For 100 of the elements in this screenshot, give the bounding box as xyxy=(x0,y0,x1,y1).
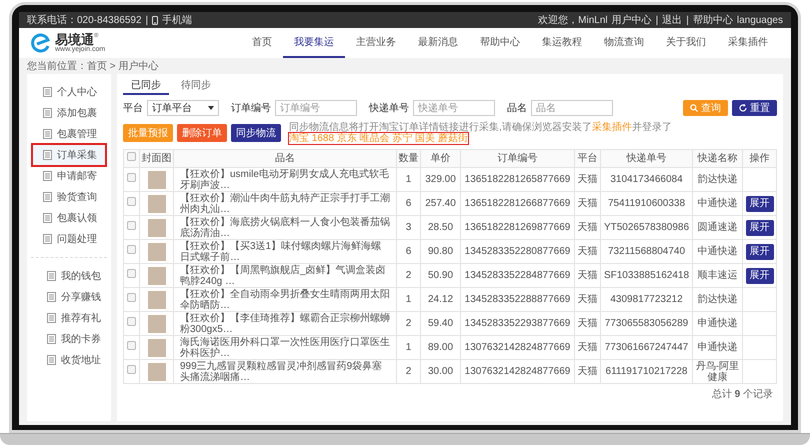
nav-item[interactable]: 首页 xyxy=(241,28,283,58)
checkbox[interactable] xyxy=(127,173,136,182)
photo-placeholder xyxy=(148,242,166,260)
nav-item[interactable]: 关于我们 xyxy=(655,28,717,58)
document-icon xyxy=(43,108,52,118)
checkbox[interactable] xyxy=(127,245,136,254)
checkbox[interactable] xyxy=(127,152,136,161)
nav-item[interactable]: 采集插件 xyxy=(717,28,779,58)
mobile-link[interactable]: 手机端 xyxy=(162,12,192,28)
record-count: 总计 9 个记录 xyxy=(712,388,773,402)
sidebar-item[interactable]: 我的钱包 xyxy=(37,266,101,286)
reset-button[interactable]: 重置 xyxy=(732,100,777,116)
sidebar-item[interactable]: 分享赚钱 xyxy=(37,287,101,307)
languages-link[interactable]: languages xyxy=(736,12,783,28)
table-cell: 1345283352284877669 xyxy=(460,264,574,288)
expand-button[interactable]: 展开 xyxy=(746,196,774,212)
photo-placeholder xyxy=(148,338,166,356)
sidebar-item[interactable]: 我的卡券 xyxy=(37,329,101,349)
checkbox[interactable] xyxy=(127,293,136,302)
column-header: 快递单号 xyxy=(600,150,692,168)
table-cell: 329.00 xyxy=(420,168,460,192)
table-cell: 75411910600338 xyxy=(600,192,692,216)
table-cell: 【狂欢价】【李佳琦推荐】螺霸合正宗柳州螺蛳粉300gx5… xyxy=(174,312,396,336)
checkbox[interactable] xyxy=(127,269,136,278)
breadcrumb: 您当前位置：首页 > 用户中心 xyxy=(27,60,158,74)
tab[interactable]: 待同步 xyxy=(173,78,219,95)
nav-item[interactable]: 我要集运 xyxy=(283,28,345,58)
document-icon xyxy=(43,192,52,202)
table-cell: 天猫 xyxy=(574,312,600,336)
sidebar-item[interactable]: 问题处理 xyxy=(33,229,105,249)
top-link[interactable]: 退出 xyxy=(662,12,682,28)
table-cell: 6 xyxy=(396,240,420,264)
sidebar-item[interactable]: 包裹管理 xyxy=(33,124,105,144)
input-field[interactable]: 快递单号 xyxy=(413,100,495,116)
table-cell: 天猫 xyxy=(574,168,600,192)
table-cell: 773061667247447 xyxy=(600,336,692,360)
checkbox[interactable] xyxy=(127,341,136,350)
document-icon xyxy=(43,87,52,97)
table-cell: 73211568804740 xyxy=(600,240,692,264)
platform-list: 淘宝 1688 京东 唯品会 苏宁 国美 蘑菇街 xyxy=(289,133,468,144)
table-cell: 【狂欢价】潮汕牛肉牛筋丸特产正宗手打手工潮州肉丸汕… xyxy=(174,192,396,216)
sidebar-item[interactable]: 包裹认领 xyxy=(33,208,105,228)
nav-item[interactable]: 集运教程 xyxy=(531,28,593,58)
action-button[interactable]: 同步物流 xyxy=(231,124,281,142)
photo-placeholder xyxy=(148,194,166,212)
sidebar-item[interactable]: 添加包裹 xyxy=(33,103,105,123)
field-label: 快递单号 xyxy=(369,102,409,116)
column-header: 操作 xyxy=(742,150,776,168)
nav-item[interactable]: 帮助中心 xyxy=(469,28,531,58)
sidebar-item[interactable]: 验货查询 xyxy=(33,187,105,207)
table-cell: 30.00 xyxy=(420,360,460,384)
photo-placeholder xyxy=(148,170,166,188)
nav-item[interactable]: 主营业务 xyxy=(345,28,407,58)
table-cell: 【狂欢价】全自动雨伞男折叠女生晴雨两用太阳伞防晒防… xyxy=(174,288,396,312)
table-cell: SF1033885162418 xyxy=(600,264,692,288)
input-field[interactable]: 品名 xyxy=(531,100,613,116)
table-cell: 中通快递 xyxy=(692,240,742,264)
checkbox[interactable] xyxy=(127,197,136,206)
checkbox[interactable] xyxy=(127,317,136,326)
column-header: 封面图 xyxy=(140,150,174,168)
table-cell: 申通快递 xyxy=(692,336,742,360)
photo-placeholder xyxy=(148,266,166,284)
tab[interactable]: 已同步 xyxy=(123,78,169,95)
checkbox[interactable] xyxy=(127,365,136,374)
field-label: 平台 xyxy=(123,102,143,116)
sidebar-item[interactable]: 个人中心 xyxy=(33,82,105,102)
expand-button[interactable]: 展开 xyxy=(746,268,774,284)
table-cell: 【狂欢价】usmile电动牙刷男女成人充电式软毛牙刷声波… xyxy=(174,168,396,192)
document-icon xyxy=(43,213,52,223)
sidebar-item[interactable]: 申请邮寄 xyxy=(33,166,105,186)
table-cell: 1345283352288877669 xyxy=(460,288,574,312)
top-link[interactable]: 帮助中心 xyxy=(692,12,733,28)
sidebar-item[interactable]: 推荐有礼 xyxy=(37,308,101,328)
table-cell: 天猫 xyxy=(574,336,600,360)
table-cell: 999三九感冒灵颗粒感冒灵冲剂感冒药9袋鼻塞头痛流涕咽痛… xyxy=(174,360,396,384)
table-cell: 天猫 xyxy=(574,240,600,264)
mobile-phone-icon xyxy=(152,16,158,24)
checkbox[interactable] xyxy=(127,221,136,230)
table-cell: 2 xyxy=(396,360,420,384)
document-icon xyxy=(43,129,52,139)
refresh-icon xyxy=(739,104,747,112)
nav-item[interactable]: 最新消息 xyxy=(407,28,469,58)
table-cell: 90.80 xyxy=(420,240,460,264)
sidebar-item[interactable]: 订单采集 xyxy=(33,145,105,165)
expand-button[interactable]: 展开 xyxy=(746,244,774,260)
table-cell: 天猫 xyxy=(574,288,600,312)
separator: | xyxy=(146,14,148,28)
table-cell: 89.00 xyxy=(420,336,460,360)
table-cell: 1 xyxy=(396,168,420,192)
sidebar-item[interactable]: 收货地址 xyxy=(37,350,101,370)
field-label: 品名 xyxy=(507,102,527,116)
table-cell: 4309817723212 xyxy=(600,288,692,312)
input-field[interactable]: 订单编号 xyxy=(275,100,357,116)
top-link[interactable]: 用户中心 xyxy=(612,12,652,28)
nav-item[interactable]: 物流查询 xyxy=(593,28,655,58)
column-header: 平台 xyxy=(574,150,600,168)
photo-placeholder xyxy=(148,314,166,332)
table-cell: 天猫 xyxy=(574,192,600,216)
expand-button[interactable]: 展开 xyxy=(746,220,774,236)
platform-select[interactable]: 订单平台 xyxy=(147,100,219,116)
